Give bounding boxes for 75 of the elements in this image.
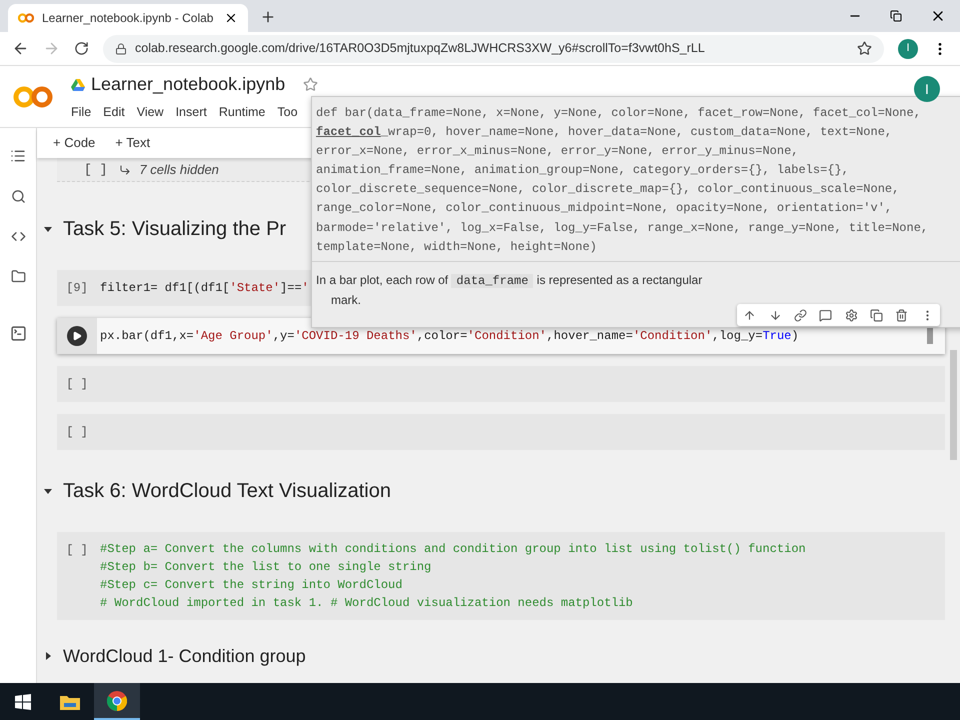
star-icon[interactable]: [857, 41, 872, 56]
section-heading: WordCloud 1- Condition group: [63, 644, 306, 668]
section-heading: Task 6: WordCloud Text Visualization: [63, 479, 391, 504]
docstring-text: In a bar plot, each row of data_frame is represented as a rectangular mark.: [316, 272, 704, 309]
caret-right-icon[interactable]: [43, 651, 53, 661]
code-icon[interactable]: [10, 229, 26, 244]
code-line: px.bar(df1,x='Age Group',y='COVID-19 Deaths',color='Condition',hover_name='Condition',log_y=True): [100, 328, 799, 345]
corner-arrow-icon: [119, 164, 132, 176]
lock-icon: [115, 42, 127, 54]
colab-logo-icon: [18, 13, 34, 23]
signature-line: barmode='relative', log_x=False, log_y=False, range_x=None, range_y=None, title=None,: [316, 220, 928, 237]
windows-start-icon[interactable]: [15, 694, 31, 710]
signature-line: range_color=None, color_continuous_midpoint=None, opacity=None, orientation='v',: [316, 200, 892, 218]
colab-logo: [13, 84, 53, 108]
cell-prompt: [9]: [66, 280, 88, 297]
add-cell-button[interactable]: + Text: [115, 133, 150, 153]
folder-icon[interactable]: [10, 269, 26, 284]
caret-down-icon[interactable]: [43, 486, 53, 496]
settings-icon[interactable]: [844, 308, 858, 322]
new-tab-icon[interactable]: [260, 9, 276, 25]
cell-prompt: [ ]: [66, 542, 88, 559]
run-cell-button[interactable]: [67, 326, 87, 346]
list-icon[interactable]: [10, 148, 26, 164]
code-cell[interactable]: [ ]: [57, 414, 945, 450]
section-heading: Task 5: Visualizing the Pr: [63, 217, 286, 242]
code-line: #Step a= Convert the columns with conditions and condition group into list using tolist() function: [100, 541, 806, 558]
code-cell[interactable]: [ ]: [57, 366, 945, 402]
star-icon[interactable]: [303, 77, 318, 92]
code-line: filter1= df1[(df1['State']==': [100, 280, 309, 297]
signature-line: facet_col_wrap=0, hover_name=None, hover_data=None, custom_data=None, text=None,: [316, 124, 892, 142]
restore-icon[interactable]: [890, 10, 902, 22]
signature-line: template=None, width=None, height=None): [316, 238, 597, 256]
folder-app-icon[interactable]: [60, 694, 80, 710]
link-icon[interactable]: [794, 308, 807, 322]
menu-item[interactable]: Insert: [176, 103, 207, 122]
close-icon[interactable]: [224, 11, 238, 25]
code-line: # WordCloud imported in task 1. # WordCloud visualization needs matplotlib: [100, 595, 633, 612]
scrollbar-thumb[interactable]: [950, 350, 957, 460]
code-line: #Step c= Convert the string into WordCloud: [100, 577, 402, 594]
cell-prompt: [ ]: [84, 160, 108, 179]
menu-item[interactable]: Edit: [103, 103, 125, 122]
hidden-cells-text: 7 cells hidden: [139, 160, 219, 179]
search-icon[interactable]: [10, 189, 26, 204]
signature-line: def bar(data_frame=None, x=None, y=None, color=None, facet_row=None, facet_col=None,: [316, 105, 921, 122]
play-icon: [72, 331, 82, 341]
menu-item[interactable]: Runtime: [218, 103, 266, 122]
comment-icon[interactable]: [819, 308, 832, 322]
chrome-icon: [107, 690, 127, 710]
url-text: colab.research.google.com/drive/16TAR0O3D5mjtuxpqZw8LJWHCRS3XW_y6#scrollTo=f3vwt0hS_rLL: [135, 40, 705, 58]
notebook-title[interactable]: Learner_notebook.ipynb: [91, 71, 286, 98]
menu-item[interactable]: Too: [277, 103, 298, 122]
scroll-marker: [927, 328, 933, 344]
cell-prompt: [ ]: [66, 376, 88, 393]
signature-line: error_x=None, error_x_minus=None, error_y=None, error_y_minus=None,: [316, 143, 798, 160]
user-avatar[interactable]: I: [914, 76, 940, 102]
add-cell-button[interactable]: + Code: [53, 133, 96, 153]
drive-icon: [71, 78, 85, 91]
signature-line: animation_frame=None, animation_group=None, category_orders={}, labels={},: [316, 162, 849, 180]
back-icon[interactable]: [12, 40, 29, 57]
cell-prompt: [ ]: [66, 424, 88, 441]
menu-item[interactable]: View: [136, 103, 164, 122]
move-down-icon[interactable]: [768, 308, 782, 322]
reload-icon[interactable]: [74, 41, 89, 56]
delete-icon[interactable]: [895, 308, 908, 322]
menu-item[interactable]: File: [71, 103, 92, 122]
signature-line: color_discrete_sequence=None, color_discrete_map={}, color_continuous_scale=None,: [316, 181, 900, 198]
profile-avatar[interactable]: I: [898, 38, 918, 58]
browser-tab[interactable]: Learner_notebook.ipynb - Colab: [8, 4, 248, 32]
caret-down-icon[interactable]: [43, 224, 53, 234]
code-line: #Step b= Convert the list to one single string: [100, 559, 432, 576]
chrome-taskbar-button[interactable]: [94, 683, 140, 720]
address-bar[interactable]: colab.research.google.com/drive/16TAR0O3D5mjtuxpqZw8LJWHCRS3XW_y6#scrollTo=f3vwt0hS_rLL: [103, 34, 884, 62]
terminal-icon[interactable]: [10, 325, 26, 342]
tab-title: Learner_notebook.ipynb - Colab: [42, 10, 214, 27]
move-up-icon[interactable]: [743, 308, 756, 322]
